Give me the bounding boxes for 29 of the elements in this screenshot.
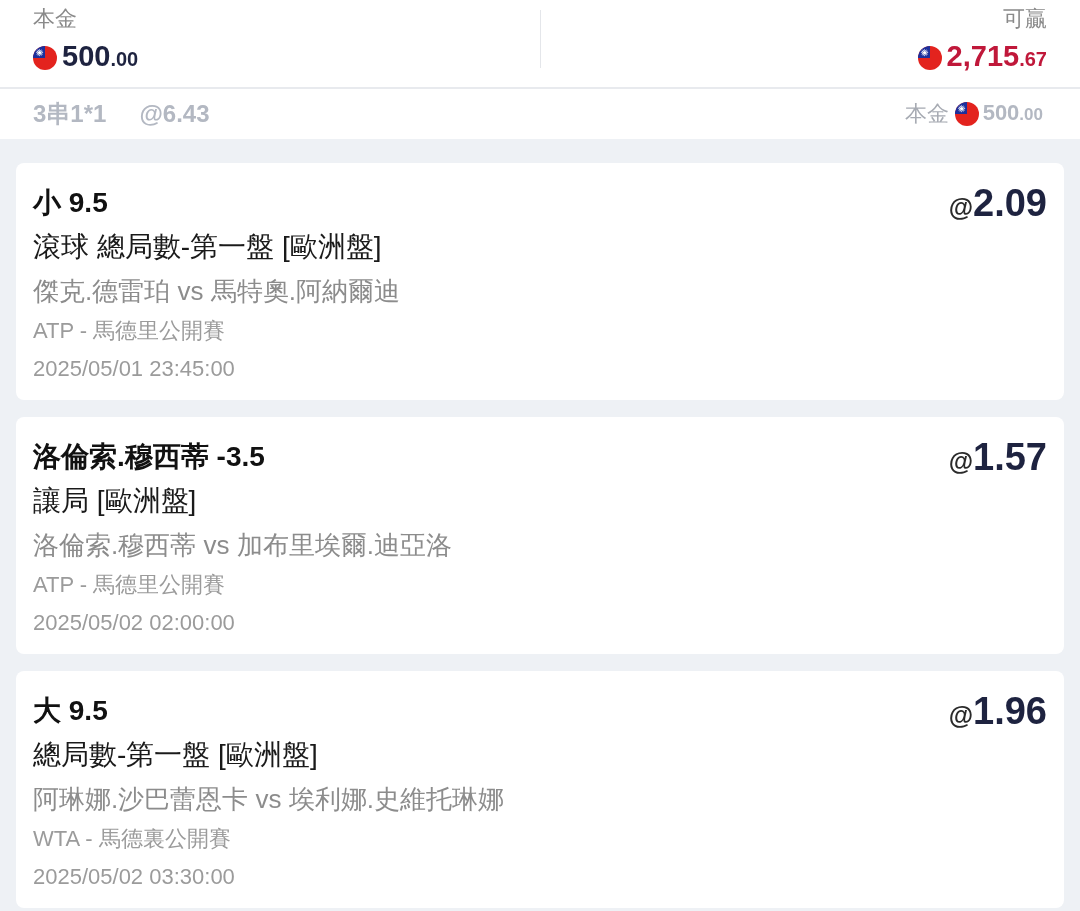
league-name: ATP - 馬德里公開賽 (33, 317, 226, 345)
payout-label: 可贏 (1003, 5, 1047, 33)
match-teams: 傑克.德雷珀 vs 馬特奧.阿納爾迪 (33, 275, 400, 308)
match-time: 2025/05/02 02:00:00 (33, 609, 235, 637)
odds-value: @2.09 (948, 183, 1047, 226)
match-time: 2025/05/02 03:30:00 (33, 863, 235, 891)
stake-label: 本金 (904, 100, 949, 128)
stake-label: 本金 (33, 5, 77, 33)
league-name: WTA - 馬德裏公開賽 (33, 825, 231, 853)
selection-title: 小 9.5 (33, 186, 108, 220)
odds-value: @1.96 (948, 691, 1047, 734)
stake-amount: 500.00 (982, 99, 1043, 127)
parlay-type: 3串1*1 (33, 99, 107, 129)
flag-icon (954, 102, 979, 126)
match-teams: 洛倫索.穆西蒂 vs 加布里埃爾.迪亞洛 (33, 529, 452, 562)
match-teams: 阿琳娜.沙巴蕾恩卡 vs 埃利娜.史維托琳娜 (33, 783, 504, 816)
stake-amount: 500.00 (62, 38, 139, 74)
selection-title: 洛倫索.穆西蒂 -3.5 (33, 440, 265, 474)
market-name: 總局數-第一盤 [歐洲盤] (33, 738, 318, 772)
payout-amount: 2,715.67 (946, 38, 1047, 74)
market-name: 滾球 總局數-第一盤 [歐洲盤] (33, 230, 382, 264)
flag-icon (33, 46, 57, 70)
match-time: 2025/05/01 23:45:00 (33, 355, 235, 383)
odds-value: @1.57 (948, 437, 1047, 480)
selection-title: 大 9.5 (33, 694, 108, 728)
market-name: 讓局 [歐洲盤] (33, 484, 197, 518)
flag-icon (917, 46, 942, 70)
league-name: ATP - 馬德里公開賽 (33, 571, 226, 599)
total-odds: @6.43 (139, 99, 210, 129)
